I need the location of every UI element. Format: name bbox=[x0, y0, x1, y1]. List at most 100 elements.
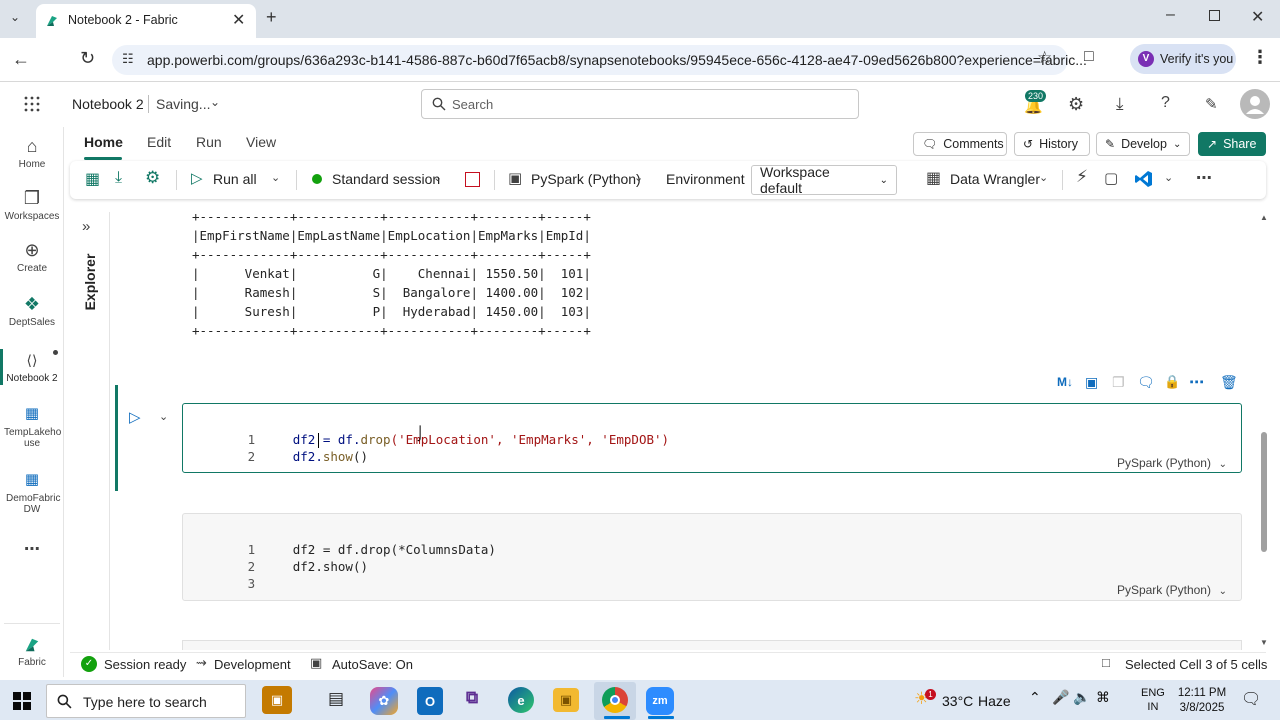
app-launcher-icon[interactable] bbox=[24, 96, 40, 112]
collapse-cell-icon[interactable]: ⌄ bbox=[159, 410, 168, 423]
save-status-chevron-icon[interactable]: ⌄ bbox=[210, 95, 220, 109]
temperature-label[interactable]: 33°C bbox=[942, 693, 973, 709]
convert-markdown-icon[interactable]: M↓ bbox=[1057, 375, 1073, 389]
weather-label[interactable]: Haze bbox=[978, 693, 1011, 709]
more-cell-options-icon[interactable]: ⋯ bbox=[1189, 373, 1204, 391]
tab-close-icon[interactable]: ✕ bbox=[232, 10, 245, 30]
reload-icon[interactable]: ↻ bbox=[80, 48, 95, 69]
minimize-icon[interactable]: – bbox=[1166, 6, 1175, 24]
session-chevron-icon[interactable]: ⌄ bbox=[433, 171, 442, 184]
freeze-cell-icon[interactable]: ▣ bbox=[1085, 374, 1098, 391]
run-cell-icon[interactable]: ▷ bbox=[129, 408, 141, 426]
autosave-label[interactable]: AutoSave: On bbox=[332, 657, 413, 672]
save-status[interactable]: Saving... bbox=[156, 96, 210, 112]
workspace-environment-select[interactable]: Workspace default ⌄ bbox=[751, 164, 897, 196]
tab-home[interactable]: Home bbox=[84, 134, 123, 150]
code-line[interactable]: 3 bbox=[211, 558, 293, 609]
rail-item-create[interactable]: ⊕ Create bbox=[0, 239, 64, 274]
session-button[interactable]: Standard session bbox=[332, 171, 440, 187]
data-wrangler-button[interactable]: Data Wrangler bbox=[950, 171, 1040, 187]
extensions-icon[interactable]: □ bbox=[1084, 48, 1094, 66]
vscode-chevron-icon[interactable]: ⌄ bbox=[1164, 171, 1173, 184]
session-ready-label[interactable]: Session ready bbox=[104, 657, 186, 672]
copilot-app-icon[interactable]: ✿ bbox=[370, 687, 398, 715]
show-hidden-icons-icon[interactable]: ⌃ bbox=[1029, 689, 1041, 706]
download-icon[interactable]: ⤓ bbox=[1116, 94, 1124, 114]
volume-icon[interactable]: 🔈 bbox=[1073, 689, 1090, 706]
expand-explorer-icon[interactable]: » bbox=[82, 218, 90, 235]
rail-item-deptsales[interactable]: ❖ DeptSales bbox=[0, 293, 64, 328]
data-wrangler-chevron-icon[interactable]: ⌄ bbox=[1039, 171, 1048, 184]
format-icon[interactable]: ▦ bbox=[85, 169, 100, 189]
settings-icon[interactable]: ⚙ bbox=[145, 168, 160, 188]
outlook-app-icon[interactable]: O bbox=[417, 687, 443, 715]
site-info-icon[interactable]: ☷ bbox=[122, 51, 134, 67]
zoom-app-icon[interactable]: zm bbox=[646, 687, 674, 715]
edge-app-icon[interactable]: e bbox=[508, 687, 534, 713]
user-avatar-icon[interactable] bbox=[1240, 89, 1270, 119]
network-icon[interactable]: ⌘ bbox=[1096, 689, 1110, 706]
scroll-down-arrow-icon[interactable]: ▼ bbox=[1260, 638, 1268, 647]
chrome-app-icon[interactable] bbox=[602, 687, 628, 713]
tab-run[interactable]: Run bbox=[196, 134, 222, 150]
develop-button[interactable]: ✎ Develop ⌄ bbox=[1096, 132, 1190, 156]
comment-cell-icon[interactable]: 🗨 bbox=[1137, 374, 1155, 391]
delete-cell-icon[interactable]: 🗑 bbox=[1220, 374, 1238, 391]
tab-list-chevron-icon[interactable]: ⌄ bbox=[10, 10, 20, 24]
rail-item-templakehouse[interactable]: ▦ TempLakeho use bbox=[0, 403, 64, 449]
scroll-up-arrow-icon[interactable]: ▲ bbox=[1260, 213, 1268, 222]
url-field[interactable]: ☷ app.powerbi.com/groups/636a293c-b141-4… bbox=[112, 45, 1087, 75]
new-tab-icon[interactable]: + bbox=[266, 7, 277, 28]
browser-menu-icon[interactable]: ⋮ bbox=[1251, 47, 1269, 68]
code-cell-active[interactable]: 1 df2 = df.drop('EmpLocation', 'EmpMarks… bbox=[182, 403, 1242, 473]
run-all-icon[interactable]: ▷ bbox=[191, 169, 203, 187]
rail-item-home[interactable]: ⌂ Home bbox=[0, 135, 64, 170]
more-options-icon[interactable]: ⋯ bbox=[1196, 168, 1212, 188]
run-all-chevron-icon[interactable]: ⌄ bbox=[271, 171, 280, 184]
notebook-name[interactable]: Notebook 2 bbox=[72, 96, 144, 112]
visual-studio-app-icon[interactable]: ⧉ bbox=[466, 688, 478, 708]
rail-item-demofabricdw[interactable]: ▦ DemoFabric DW bbox=[0, 469, 64, 515]
code-cell[interactable]: 1 df2 = df.drop(*ColumnsData) 2 df2.show… bbox=[182, 513, 1242, 601]
rail-item-fabric[interactable]: Fabric bbox=[0, 635, 64, 668]
cell-language-selector[interactable]: PySpark (Python) ⌄ bbox=[1117, 582, 1227, 597]
share-button[interactable]: ↗ Share bbox=[1198, 132, 1266, 156]
rail-item-workspaces[interactable]: ❐ Workspaces bbox=[0, 187, 64, 222]
language-chevron-icon[interactable]: ⌄ bbox=[634, 171, 643, 184]
vscode-icon[interactable] bbox=[1134, 169, 1154, 189]
lock-cell-icon[interactable]: 🔒 bbox=[1164, 374, 1180, 390]
help-icon[interactable]: ? bbox=[1161, 94, 1170, 112]
tab-edit[interactable]: Edit bbox=[147, 134, 171, 150]
cell-language-selector[interactable]: PySpark (Python) ⌄ bbox=[1117, 455, 1227, 470]
task-view-icon[interactable]: ▤ bbox=[328, 689, 344, 709]
back-icon[interactable]: ← bbox=[12, 49, 30, 70]
maximize-icon[interactable] bbox=[1209, 10, 1220, 21]
windows-start-icon[interactable] bbox=[13, 692, 31, 710]
close-window-icon[interactable]: ✕ bbox=[1251, 7, 1264, 27]
language-selector[interactable]: PySpark (Python) bbox=[531, 171, 641, 187]
tab-view[interactable]: View bbox=[246, 134, 276, 150]
scrollbar-thumb[interactable] bbox=[1261, 432, 1267, 552]
taskbar-search-box[interactable]: Type here to search bbox=[46, 684, 246, 718]
rail-more-icon[interactable]: ⋯ bbox=[24, 539, 40, 559]
copilot-icon[interactable]: ⚡ bbox=[1076, 167, 1088, 187]
bookmark-star-icon[interactable]: ☆ bbox=[1037, 48, 1052, 68]
run-all-button[interactable]: Run all bbox=[213, 171, 257, 187]
stop-session-icon[interactable] bbox=[465, 172, 480, 187]
briefcase-app-icon[interactable]: ▣ bbox=[262, 686, 292, 714]
notifications-center-icon[interactable]: 🗨 bbox=[1241, 689, 1261, 709]
verify-profile-button[interactable]: V Verify it's you bbox=[1130, 44, 1236, 74]
development-mode-label[interactable]: Development bbox=[214, 657, 291, 672]
search-box[interactable]: Search bbox=[421, 89, 859, 119]
copy-cell-icon[interactable]: ❐ bbox=[1112, 374, 1125, 391]
language-indicator[interactable]: ENG IN bbox=[1141, 686, 1165, 714]
file-explorer-app-icon[interactable]: ▣ bbox=[553, 688, 579, 712]
clock[interactable]: 12:11 PM 3/8/2025 bbox=[1177, 686, 1227, 716]
browser-tab[interactable]: Notebook 2 - Fabric ✕ bbox=[36, 4, 256, 38]
comments-button[interactable]: 🗨 Comments bbox=[913, 132, 1007, 156]
microphone-icon[interactable]: 🎤 bbox=[1052, 689, 1069, 706]
feedback-icon[interactable]: ✎ bbox=[1205, 95, 1218, 113]
history-button[interactable]: ↺ History bbox=[1014, 132, 1090, 156]
code-line[interactable]: 2 df2.show() bbox=[211, 431, 368, 482]
explorer-label[interactable]: Explorer bbox=[82, 247, 98, 317]
